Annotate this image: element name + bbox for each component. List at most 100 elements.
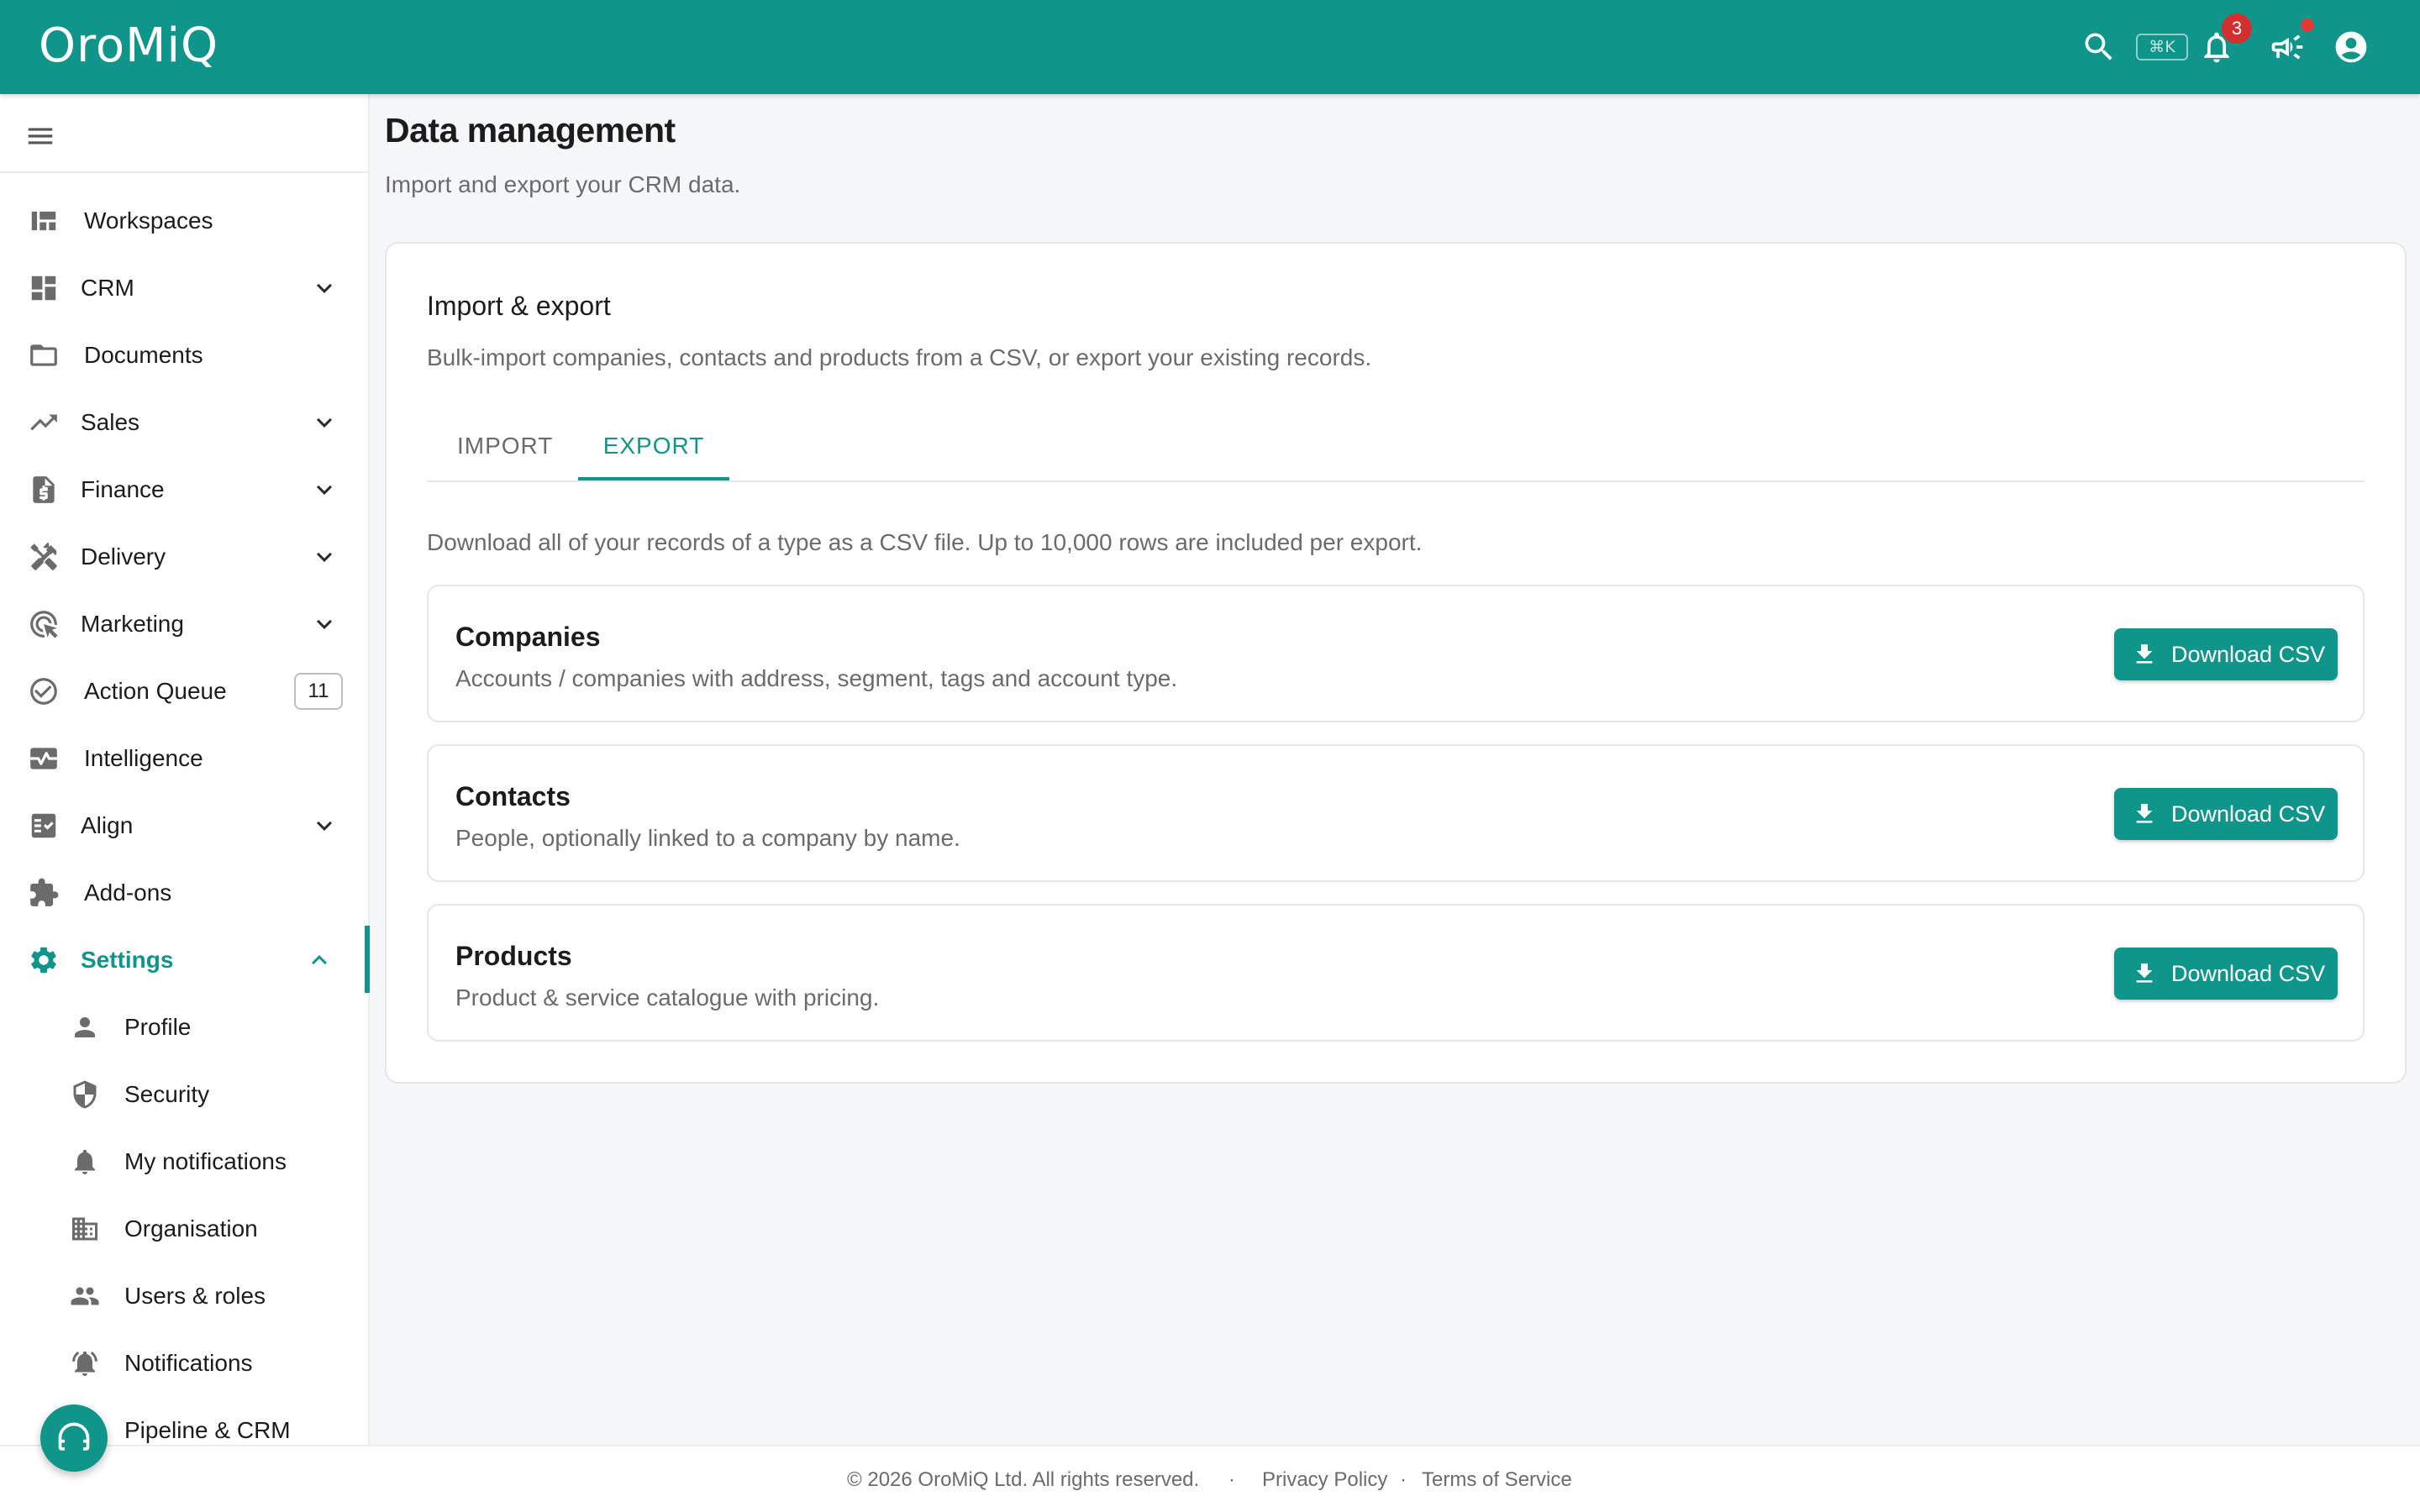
terms-of-service-link[interactable]: Terms of Service <box>1422 1468 1572 1492</box>
sidebar-subitem-organisation[interactable]: Organisation <box>0 1200 368 1258</box>
chevron-down-icon[interactable] <box>309 609 339 639</box>
checklist-icon <box>27 809 60 843</box>
export-row-companies: Companies Accounts / companies with addr… <box>427 585 2365 722</box>
sidebar-item-label: Finance <box>81 476 165 502</box>
chevron-down-icon[interactable] <box>309 475 339 505</box>
folder-icon <box>27 339 60 372</box>
active-indicator <box>365 926 370 993</box>
sidebar-subitem-my-notifications[interactable]: My notifications <box>0 1132 368 1191</box>
building-icon <box>69 1213 101 1245</box>
chevron-down-icon[interactable] <box>309 542 339 572</box>
sidebar-subitem-security[interactable]: Security <box>0 1065 368 1124</box>
export-row-title: Companies <box>455 622 601 652</box>
export-row-title: Products <box>455 941 572 971</box>
download-icon <box>2136 963 2153 983</box>
account-circle-icon[interactable] <box>2329 25 2373 69</box>
gear-icon <box>27 943 60 977</box>
sidebar-subitem-label: Pipeline & CRM <box>124 1417 291 1443</box>
active-tab-indicator <box>578 477 729 480</box>
sidebar-subitem-label: Organisation <box>124 1215 258 1242</box>
sidebar-item-label: Workspaces <box>84 207 213 234</box>
grid-icon <box>27 271 60 305</box>
sidebar-item-workspaces[interactable]: Workspaces <box>0 192 368 250</box>
search-icon[interactable] <box>2077 25 2121 69</box>
download-csv-contacts-button[interactable]: Download CSV <box>2114 788 2338 840</box>
sidebar-divider <box>0 171 368 173</box>
tab-export[interactable]: EXPORT <box>578 410 729 482</box>
sidebar-subitem-label: Users & roles <box>124 1283 266 1309</box>
download-button-label: Download CSV <box>2171 960 2326 986</box>
sidebar-item-crm[interactable]: CRM <box>0 259 368 318</box>
top-app-bar: OroMiQ ⌘K 3 <box>0 0 2420 94</box>
puzzle-icon <box>27 876 60 910</box>
download-icon <box>2136 644 2153 664</box>
download-icon <box>2136 804 2153 823</box>
sidebar-item-label: CRM <box>81 275 134 301</box>
target-icon <box>27 607 60 641</box>
card-subtitle: Bulk-import companies, contacts and prod… <box>427 344 1372 370</box>
tools-icon <box>27 540 60 574</box>
export-row-title: Contacts <box>455 781 571 811</box>
search-shortcut-hint: ⌘K <box>2136 34 2188 60</box>
app-logo[interactable]: OroMiQ <box>39 18 218 73</box>
chevron-up-icon[interactable] <box>304 945 334 975</box>
sidebar-item-align[interactable]: Align <box>0 796 368 855</box>
sidebar-subitem-label: Profile <box>124 1014 192 1040</box>
sidebar-item-intelligence[interactable]: Intelligence <box>0 729 368 788</box>
person-icon <box>69 1011 101 1043</box>
footer <box>0 1445 2420 1512</box>
export-description: Download all of your records of a type a… <box>427 529 1423 555</box>
tab-import[interactable]: IMPORT <box>427 410 583 482</box>
dashboard-icon <box>27 204 60 238</box>
page-subtitle: Import and export your CRM data. <box>385 171 741 197</box>
headset-icon <box>55 1420 92 1457</box>
sidebar-item-settings[interactable]: Settings <box>0 931 368 990</box>
footer-separator: · <box>1400 1468 1407 1491</box>
invoice-icon <box>27 473 60 507</box>
export-row-description: Accounts / companies with address, segme… <box>455 665 1178 691</box>
download-button-label: Download CSV <box>2171 641 2326 667</box>
download-csv-products-button[interactable]: Download CSV <box>2114 948 2338 1000</box>
export-row-description: Product & service catalogue with pricing… <box>455 984 880 1011</box>
people-icon <box>69 1280 101 1312</box>
notification-count-badge: 3 <box>2220 12 2254 45</box>
sidebar-item-action-queue[interactable]: Action Queue 11 <box>0 662 368 721</box>
sidebar-item-add-ons[interactable]: Add-ons <box>0 864 368 922</box>
sidebar-subitem-label: Security <box>124 1081 210 1107</box>
page-title: Data management <box>385 111 676 150</box>
tabs-divider <box>427 480 2365 482</box>
footer-copyright: © 2026 OroMiQ Ltd. All rights reserved. <box>847 1468 1200 1491</box>
sidebar: Workspaces CRM Documents Sales Finance D… <box>0 94 370 1445</box>
sidebar-item-label: Add-ons <box>84 879 172 906</box>
chevron-down-icon[interactable] <box>309 273 339 303</box>
trending-up-icon <box>27 406 60 439</box>
sidebar-item-sales[interactable]: Sales <box>0 393 368 452</box>
check-circle-icon <box>27 675 60 708</box>
export-row-contacts: Contacts People, optionally linked to a … <box>427 744 2365 882</box>
monitor-heart-icon <box>27 742 60 775</box>
sidebar-item-documents[interactable]: Documents <box>0 326 368 385</box>
sidebar-item-marketing[interactable]: Marketing <box>0 595 368 654</box>
support-button[interactable] <box>40 1404 108 1472</box>
bell-icon <box>69 1146 101 1178</box>
chevron-down-icon[interactable] <box>309 811 339 841</box>
sidebar-item-label: Documents <box>84 342 203 368</box>
sidebar-item-label: Marketing <box>81 611 184 637</box>
download-csv-companies-button[interactable]: Download CSV <box>2114 628 2338 680</box>
megaphone-icon[interactable] <box>2265 25 2309 69</box>
announcement-dot <box>2301 18 2314 32</box>
sidebar-subitem-label: My notifications <box>124 1148 287 1174</box>
shield-icon <box>69 1079 101 1110</box>
sidebar-item-delivery[interactable]: Delivery <box>0 528 368 586</box>
menu-toggle-icon[interactable] <box>24 119 57 153</box>
sidebar-subitem-users-roles[interactable]: Users & roles <box>0 1267 368 1326</box>
sidebar-item-label: Intelligence <box>84 745 203 771</box>
export-row-description: People, optionally linked to a company b… <box>455 825 960 851</box>
sidebar-subitem-notifications[interactable]: Notifications <box>0 1334 368 1393</box>
sidebar-item-finance[interactable]: Finance <box>0 460 368 519</box>
export-row-products: Products Product & service catalogue wit… <box>427 904 2365 1042</box>
sidebar-subitem-profile[interactable]: Profile <box>0 998 368 1057</box>
chevron-down-icon[interactable] <box>309 407 339 438</box>
privacy-policy-link[interactable]: Privacy Policy <box>1262 1468 1387 1492</box>
card-title: Import & export <box>427 291 611 321</box>
